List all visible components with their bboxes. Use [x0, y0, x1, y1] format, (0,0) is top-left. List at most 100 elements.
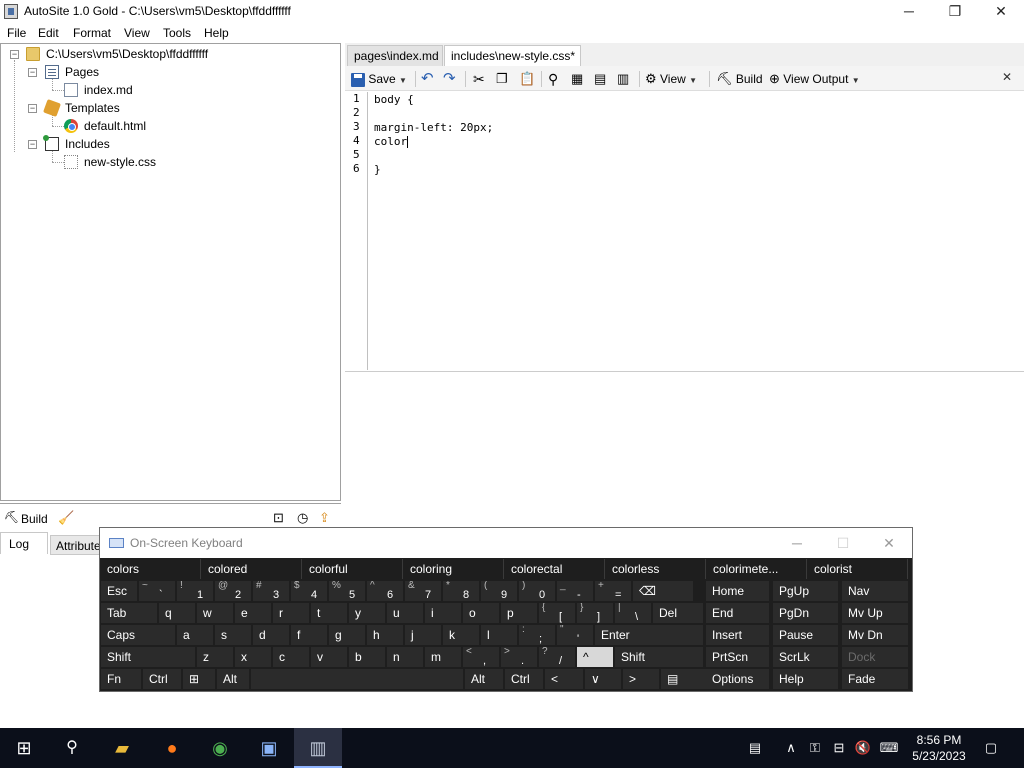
key-mv-up[interactable]: Mv Up	[842, 603, 908, 623]
key-pgup[interactable]: PgUp	[773, 581, 838, 601]
clear-icon[interactable]: 🧹	[58, 510, 74, 526]
key-s[interactable]: s	[215, 625, 251, 645]
export-icon[interactable]: ⇪	[319, 510, 330, 526]
key-k[interactable]: k	[443, 625, 479, 645]
key-c[interactable]: c	[273, 647, 309, 667]
key-space[interactable]	[251, 669, 463, 689]
key-e[interactable]: e	[235, 603, 271, 623]
tree-item-pages[interactable]: − Pages	[1, 64, 331, 80]
key-r[interactable]: r	[273, 603, 309, 623]
key-alt-right[interactable]: Alt	[465, 669, 503, 689]
key-ctrl-right[interactable]: Ctrl	[505, 669, 543, 689]
grid-icon[interactable]: ▤	[594, 69, 606, 89]
tree-item-index[interactable]: index.md	[1, 82, 331, 98]
suggestion-2[interactable]: colorful	[303, 559, 403, 579]
key-`[interactable]: ~ `	[139, 581, 175, 601]
keyboard-tray-icon[interactable]: ⌨	[878, 739, 900, 757]
minimize-button[interactable]: ─	[886, 0, 932, 23]
key-9[interactable]: (9	[481, 581, 517, 601]
key-tab[interactable]: Tab	[101, 603, 157, 623]
key-n[interactable]: n	[387, 647, 423, 667]
key-fade[interactable]: Fade	[842, 669, 908, 689]
key-quote[interactable]: " '	[557, 625, 593, 645]
key-x[interactable]: x	[235, 647, 271, 667]
key-alt[interactable]: Alt	[217, 669, 249, 689]
firefox-icon[interactable]: ●	[148, 728, 196, 768]
key-g[interactable]: g	[329, 625, 365, 645]
menu-edit[interactable]: Edit	[38, 26, 59, 40]
key-a[interactable]: a	[177, 625, 213, 645]
tab-index-md[interactable]: pages\index.md	[347, 45, 443, 66]
key-1[interactable]: ! 1	[177, 581, 213, 601]
key-backslash[interactable]: | \	[615, 603, 651, 623]
key-j[interactable]: j	[405, 625, 441, 645]
clock-icon[interactable]: ◷	[297, 510, 308, 526]
key-slash[interactable]: ? /	[539, 647, 575, 667]
osk-close-button[interactable]: ✕	[869, 533, 909, 553]
menu-help[interactable]: Help	[204, 26, 229, 40]
restore-button[interactable]: ❐	[932, 0, 978, 23]
tab-log[interactable]: Log	[0, 532, 48, 554]
menu-tools[interactable]: Tools	[163, 26, 191, 40]
key-t[interactable]: t	[311, 603, 347, 623]
cut-icon[interactable]: ✂	[473, 69, 485, 89]
table-icon[interactable]: ▦	[571, 69, 583, 89]
key-6[interactable]: ^ 6	[367, 581, 403, 601]
key-0[interactable]: ) 0	[519, 581, 555, 601]
suggestion-7[interactable]: colorist	[808, 559, 908, 579]
key-m[interactable]: m	[425, 647, 461, 667]
undo-icon[interactable]: ↶	[421, 69, 434, 89]
key-shift[interactable]: Shift	[101, 647, 195, 667]
key-end[interactable]: End	[706, 603, 769, 623]
tree-item-templates[interactable]: − Templates	[1, 99, 331, 117]
key-d[interactable]: d	[253, 625, 289, 645]
chevron-down-icon[interactable]: ▼	[689, 76, 697, 85]
close-tab-icon[interactable]: ✕	[1000, 70, 1014, 84]
key-u[interactable]: u	[387, 603, 423, 623]
network-icon[interactable]: ⚿	[806, 739, 824, 757]
collapse-icon[interactable]: −	[28, 104, 37, 113]
find-icon[interactable]: ⚲	[548, 69, 558, 89]
notifications-icon[interactable]: ▢	[982, 739, 1000, 757]
key-3[interactable]: #3	[253, 581, 289, 601]
chevron-down-icon[interactable]: ▼	[399, 76, 407, 85]
key-b[interactable]: b	[349, 647, 385, 667]
key-ctrl[interactable]: Ctrl	[143, 669, 181, 689]
suggestion-6[interactable]: colorimete...	[707, 559, 807, 579]
file-explorer-icon[interactable]: ▰	[98, 728, 146, 768]
key-shift[interactable]: Shift	[615, 647, 703, 667]
key-q[interactable]: q	[159, 603, 195, 623]
key-help[interactable]: Help	[773, 669, 838, 689]
suggestion-5[interactable]: colorless	[606, 559, 706, 579]
tree-item-includes[interactable]: − Includes	[1, 135, 331, 152]
autosite-taskbar-icon[interactable]: ▥	[294, 728, 342, 768]
paste-icon[interactable]: 📋	[519, 69, 535, 89]
key-home[interactable]: Home	[706, 581, 769, 601]
key-insert[interactable]: Insert	[706, 625, 769, 645]
collapse-icon[interactable]: −	[28, 140, 37, 149]
ethernet-icon[interactable]: ⊟	[830, 739, 848, 757]
tab-attributes[interactable]: Attributes	[50, 535, 102, 555]
chevron-up-icon[interactable]: ∧	[782, 739, 800, 757]
key-i[interactable]: i	[425, 603, 461, 623]
key-l[interactable]: l	[481, 625, 517, 645]
suggestion-4[interactable]: colorectal	[505, 559, 605, 579]
key-del[interactable]: Del	[653, 603, 703, 623]
suggestion-3[interactable]: coloring	[404, 559, 504, 579]
key-w[interactable]: w	[197, 603, 233, 623]
key-period[interactable]: >.	[501, 647, 537, 667]
key-mv-dn[interactable]: Mv Dn	[842, 625, 908, 645]
key-down-arrow[interactable]: ∨	[585, 669, 621, 689]
action-icon[interactable]: ▤	[744, 739, 766, 757]
key-right-arrow[interactable]: >	[623, 669, 659, 689]
key-pgdn[interactable]: PgDn	[773, 603, 838, 623]
chevron-down-icon[interactable]: ▼	[852, 76, 860, 85]
key-5[interactable]: % 5	[329, 581, 365, 601]
key-left-arrow[interactable]: <	[545, 669, 583, 689]
menu-view[interactable]: View	[124, 26, 150, 40]
key-enter[interactable]: Enter	[595, 625, 703, 645]
save-button[interactable]: Save ▼	[351, 69, 407, 89]
view-output-button[interactable]: ⊕ View Output ▼	[769, 69, 860, 89]
key-comma[interactable]: <,	[463, 647, 499, 667]
chrome-icon[interactable]: ◉	[196, 728, 244, 768]
